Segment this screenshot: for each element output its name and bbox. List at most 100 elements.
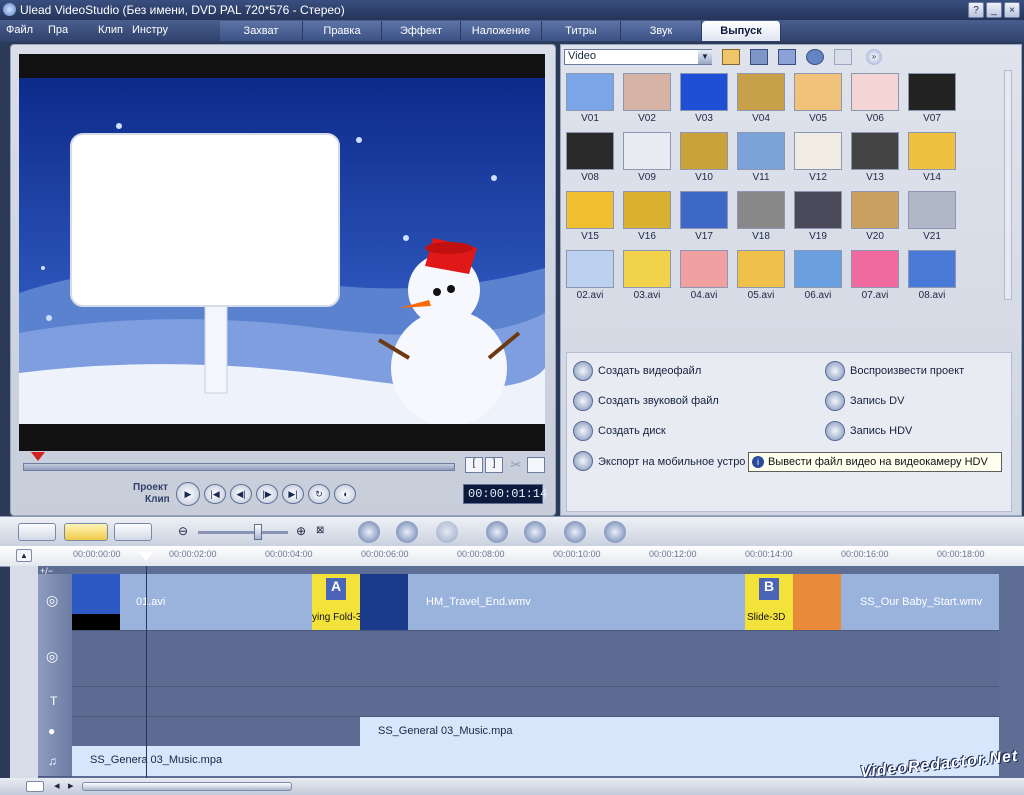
library-thumbnail[interactable] bbox=[794, 250, 842, 288]
title-track[interactable] bbox=[72, 686, 999, 717]
library-thumbnail[interactable] bbox=[680, 250, 728, 288]
library-thumbnail[interactable] bbox=[623, 250, 671, 288]
library-thumbnail[interactable] bbox=[794, 191, 842, 229]
library-thumbnail[interactable] bbox=[737, 132, 785, 170]
menu-edit[interactable]: Пра bbox=[48, 24, 68, 36]
redo-icon[interactable] bbox=[436, 521, 458, 543]
library-thumbnail[interactable] bbox=[908, 191, 956, 229]
project-mode-label[interactable]: Проект bbox=[133, 482, 168, 493]
go-end-button[interactable]: ▶| bbox=[282, 484, 304, 504]
seek-marker-icon[interactable] bbox=[31, 452, 45, 461]
scroll-left-icon[interactable]: ◂ bbox=[54, 779, 60, 792]
transition-clip[interactable]: ying Fold-3 A bbox=[312, 574, 360, 630]
fullscreen-button[interactable] bbox=[527, 457, 545, 473]
tab-share[interactable]: Выпуск bbox=[702, 21, 781, 41]
create-disc-option[interactable]: Создать диск bbox=[598, 425, 666, 437]
play-project-option[interactable]: Воспроизвести проект bbox=[850, 365, 964, 377]
tab-capture[interactable]: Захват bbox=[220, 21, 303, 41]
track-options-icon[interactable] bbox=[26, 781, 44, 792]
track-manager-icon[interactable] bbox=[524, 521, 546, 543]
export-mobile-option[interactable]: Экспорт на мобильное устро bbox=[598, 456, 745, 468]
library-thumbnail[interactable] bbox=[851, 132, 899, 170]
library-thumbnail[interactable] bbox=[680, 73, 728, 111]
scissors-icon[interactable]: ✂ bbox=[507, 457, 525, 473]
audio-mixer-icon[interactable] bbox=[604, 521, 626, 543]
zoom-out-icon[interactable]: ⊖ bbox=[178, 524, 188, 538]
library-thumbnail[interactable] bbox=[623, 132, 671, 170]
zoom-in-icon[interactable]: ⊕ bbox=[296, 524, 306, 538]
library-thumbnail[interactable] bbox=[908, 73, 956, 111]
smart-proxy-icon[interactable] bbox=[564, 521, 586, 543]
library-thumbnail[interactable] bbox=[737, 191, 785, 229]
library-thumbnail[interactable] bbox=[794, 132, 842, 170]
seek-bar[interactable] bbox=[23, 463, 455, 471]
tab-edit[interactable]: Правка bbox=[303, 21, 382, 41]
library-manager-icon[interactable] bbox=[778, 49, 796, 65]
refresh-icon[interactable] bbox=[806, 49, 824, 65]
library-dropdown[interactable]: Video bbox=[564, 49, 712, 65]
storyboard-view-button[interactable] bbox=[18, 523, 56, 541]
close-button[interactable]: × bbox=[1004, 2, 1020, 18]
library-thumbnail[interactable] bbox=[908, 132, 956, 170]
minimize-button[interactable]: _ bbox=[986, 2, 1002, 18]
playhead-marker-icon[interactable] bbox=[139, 552, 153, 561]
mark-out-button[interactable]: ] bbox=[485, 457, 503, 473]
chevron-down-icon[interactable]: ▼ bbox=[698, 50, 712, 64]
library-thumbnail[interactable] bbox=[737, 73, 785, 111]
tab-audio[interactable]: Звук bbox=[621, 21, 702, 41]
next-frame-button[interactable]: |▶ bbox=[256, 484, 278, 504]
library-thumbnail[interactable] bbox=[680, 132, 728, 170]
create-video-option[interactable]: Создать видеофайл bbox=[598, 365, 701, 377]
options-icon[interactable] bbox=[834, 49, 852, 65]
play-button[interactable]: ▶ bbox=[176, 482, 200, 506]
zoom-slider-handle[interactable] bbox=[254, 524, 262, 540]
expand-icon[interactable]: » bbox=[866, 49, 882, 65]
library-thumbnail[interactable] bbox=[680, 191, 728, 229]
repeat-button[interactable]: ↻ bbox=[308, 484, 330, 504]
zoom-slider[interactable] bbox=[198, 531, 288, 534]
library-scrollbar[interactable] bbox=[1004, 70, 1012, 300]
transition-clip[interactable]: Slide-3D B bbox=[745, 574, 793, 630]
tab-overlay[interactable]: Наложение bbox=[461, 21, 542, 41]
folder-icon[interactable] bbox=[722, 49, 740, 65]
video-track[interactable]: 01.avi ying Fold-3 A HM_Travel_End.wmv S… bbox=[72, 574, 999, 630]
library-thumbnail[interactable] bbox=[566, 73, 614, 111]
library-thumbnail[interactable] bbox=[794, 73, 842, 111]
audio-view-button[interactable] bbox=[114, 523, 152, 541]
library-thumbnail[interactable] bbox=[623, 191, 671, 229]
library-thumbnail[interactable] bbox=[566, 250, 614, 288]
mark-in-button[interactable]: [ bbox=[465, 457, 483, 473]
library-thumbnail[interactable] bbox=[566, 191, 614, 229]
scroll-thumb[interactable] bbox=[82, 782, 292, 791]
library-thumbnail[interactable] bbox=[851, 73, 899, 111]
record-capture-icon[interactable] bbox=[486, 521, 508, 543]
help-icon[interactable]: ? bbox=[968, 2, 984, 18]
tab-titles[interactable]: Титры bbox=[542, 21, 621, 41]
library-thumbnail[interactable] bbox=[851, 191, 899, 229]
video-clip-thumb[interactable] bbox=[360, 574, 408, 630]
clip-mode-label[interactable]: Клип bbox=[145, 494, 170, 505]
library-thumbnail[interactable] bbox=[851, 250, 899, 288]
go-start-button[interactable]: |◀ bbox=[204, 484, 226, 504]
video-clip-thumb[interactable] bbox=[72, 574, 120, 630]
library-thumbnail[interactable] bbox=[908, 250, 956, 288]
record-hdv-option[interactable]: Запись HDV bbox=[850, 425, 912, 437]
ruler-toggle-icon[interactable]: ▲ bbox=[16, 549, 32, 562]
record-dv-option[interactable]: Запись DV bbox=[850, 395, 904, 407]
menu-file[interactable]: Файл bbox=[6, 24, 33, 36]
fit-project-icon[interactable]: ⊠ bbox=[316, 525, 324, 536]
insert-media-icon[interactable] bbox=[358, 521, 380, 543]
prev-frame-button[interactable]: ◀| bbox=[230, 484, 252, 504]
volume-button[interactable]: ◖ bbox=[334, 484, 356, 504]
timecode-display[interactable]: 00:00:01:14 bbox=[463, 484, 547, 504]
audio-clip[interactable]: SS_General 03_Music.mpa bbox=[360, 717, 999, 746]
tab-effect[interactable]: Эффект bbox=[382, 21, 461, 41]
menu-clip[interactable]: Клип bbox=[98, 24, 123, 36]
undo-icon[interactable] bbox=[396, 521, 418, 543]
library-thumbnail[interactable] bbox=[566, 132, 614, 170]
scroll-right-icon[interactable]: ▸ bbox=[68, 779, 74, 792]
timeline-ruler[interactable]: ▲ 00:00:00:00 00:00:02:00 00:00:04:00 00… bbox=[0, 546, 1024, 567]
menu-tools[interactable]: Инстру bbox=[132, 24, 168, 36]
video-clip-thumb[interactable] bbox=[793, 574, 841, 630]
library-thumbnail[interactable] bbox=[623, 73, 671, 111]
